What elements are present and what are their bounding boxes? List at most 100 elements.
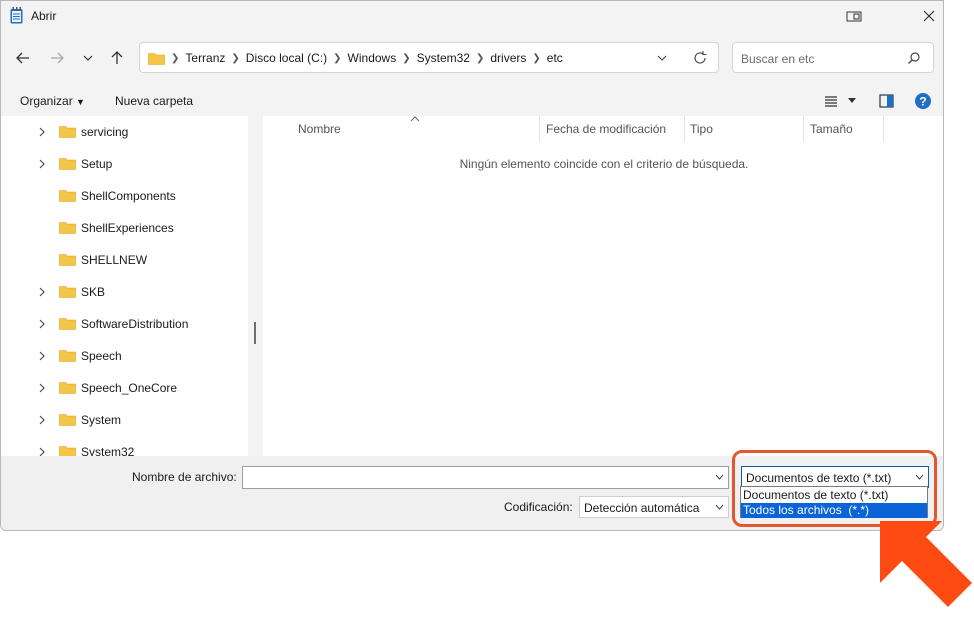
title-bar: Abrir bbox=[1, 1, 943, 31]
svg-text:?: ? bbox=[919, 95, 926, 109]
folder-icon bbox=[59, 190, 76, 202]
navigation-tree[interactable]: servicing Setup ShellComponents ShellExperi… bbox=[1, 116, 248, 456]
tree-item[interactable]: System bbox=[1, 404, 248, 436]
encoding-label: Codificación: bbox=[504, 500, 573, 514]
view-dropdown-arrow-icon[interactable] bbox=[847, 97, 857, 105]
breadcrumb-item[interactable]: drivers bbox=[490, 51, 526, 65]
chevron-down-icon[interactable] bbox=[715, 474, 724, 480]
folder-icon bbox=[59, 414, 76, 426]
help-icon[interactable]: ? bbox=[914, 92, 932, 110]
encoding-select[interactable]: Detección automática bbox=[579, 496, 729, 518]
sort-ascending-icon bbox=[410, 116, 420, 122]
breadcrumb-item[interactable]: Disco local (C:) bbox=[246, 51, 327, 65]
empty-message: Ningún elemento coincide con el criterio… bbox=[459, 157, 749, 171]
breadcrumb-separator-icon[interactable]: ❯ bbox=[333, 53, 341, 64]
breadcrumb: ❯ Terranz ❯ Disco local (C:) ❯ Windows ❯… bbox=[148, 51, 563, 65]
preview-pane-icon[interactable] bbox=[879, 94, 894, 108]
tree-item[interactable]: Speech_OneCore bbox=[1, 372, 248, 404]
chevron-right-icon[interactable] bbox=[37, 318, 47, 330]
chevron-right-icon[interactable] bbox=[37, 350, 47, 362]
breadcrumb-item[interactable]: etc bbox=[547, 51, 563, 65]
view-options-icon[interactable] bbox=[823, 95, 839, 107]
breadcrumb-separator-icon[interactable]: ❯ bbox=[476, 53, 484, 64]
annotation-arrow-icon bbox=[880, 521, 972, 607]
refresh-icon[interactable] bbox=[692, 50, 708, 66]
tree-item-label: System bbox=[81, 413, 122, 427]
folder-icon bbox=[148, 52, 165, 65]
tree-item[interactable]: Setup bbox=[1, 148, 248, 180]
search-input[interactable]: Buscar en etc bbox=[741, 52, 814, 66]
tree-item[interactable]: SKB bbox=[1, 276, 248, 308]
command-bar: Organizar ▼ Nueva carpeta ? bbox=[1, 87, 943, 115]
tree-item[interactable]: ShellExperiences bbox=[1, 212, 248, 244]
folder-icon bbox=[59, 286, 76, 298]
chevron-right-icon[interactable] bbox=[37, 446, 47, 456]
back-arrow-icon[interactable] bbox=[12, 47, 34, 69]
search-box[interactable]: Buscar en etc bbox=[732, 42, 934, 73]
folder-icon bbox=[59, 318, 76, 330]
address-bar[interactable]: ❯ Terranz ❯ Disco local (C:) ❯ Windows ❯… bbox=[139, 42, 719, 73]
column-divider[interactable] bbox=[684, 116, 685, 142]
recent-locations-chevron-icon[interactable] bbox=[77, 47, 99, 69]
breadcrumb-item[interactable]: Windows bbox=[348, 51, 397, 65]
column-divider[interactable] bbox=[883, 116, 884, 142]
tree-item[interactable]: Speech bbox=[1, 340, 248, 372]
tree-item[interactable]: SoftwareDistribution bbox=[1, 308, 248, 340]
folder-icon bbox=[59, 222, 76, 234]
chevron-right-icon[interactable] bbox=[37, 414, 47, 426]
breadcrumb-separator-icon[interactable]: ❯ bbox=[532, 53, 540, 64]
search-icon[interactable] bbox=[907, 51, 921, 65]
pane-splitter[interactable] bbox=[248, 116, 263, 456]
tree-item-label: Setup bbox=[81, 157, 113, 171]
chevron-right-icon[interactable] bbox=[37, 126, 47, 138]
breadcrumb-separator-icon: ❯ bbox=[171, 52, 180, 64]
breadcrumb-separator-icon[interactable]: ❯ bbox=[231, 53, 239, 64]
column-header-size[interactable]: Tamaño bbox=[810, 122, 853, 136]
tree-item-label: SKB bbox=[81, 285, 106, 299]
filename-label: Nombre de archivo: bbox=[132, 470, 237, 484]
column-header-name[interactable]: Nombre bbox=[298, 122, 341, 136]
tree-item-label: Speech_OneCore bbox=[81, 381, 178, 395]
tree-item[interactable]: System32 bbox=[1, 436, 248, 456]
tree-item[interactable]: SHELLNEW bbox=[1, 244, 248, 276]
tree-item-label: servicing bbox=[81, 125, 129, 139]
breadcrumb-item[interactable]: Terranz bbox=[185, 51, 225, 65]
tree-item-label: ShellExperiences bbox=[81, 221, 174, 235]
chevron-down-icon[interactable] bbox=[715, 504, 724, 510]
column-divider[interactable] bbox=[539, 116, 540, 142]
encoding-value: Detección automática bbox=[584, 501, 700, 515]
folder-icon bbox=[59, 446, 76, 456]
navigation-bar: ❯ Terranz ❯ Disco local (C:) ❯ Windows ❯… bbox=[1, 39, 943, 79]
close-icon[interactable] bbox=[918, 5, 940, 27]
tree-item-label: SHELLNEW bbox=[81, 253, 148, 267]
compact-view-icon[interactable] bbox=[843, 5, 865, 27]
column-divider[interactable] bbox=[803, 116, 804, 142]
tree-item-label: Speech bbox=[81, 349, 122, 363]
window-title: Abrir bbox=[31, 9, 57, 23]
chevron-right-icon[interactable] bbox=[37, 158, 47, 170]
new-folder-button[interactable]: Nueva carpeta bbox=[115, 94, 193, 108]
breadcrumb-separator-icon[interactable]: ❯ bbox=[402, 53, 410, 64]
chevron-right-icon[interactable] bbox=[37, 286, 47, 298]
column-header-date[interactable]: Fecha de modificación bbox=[546, 122, 666, 136]
tree-item-label: ShellComponents bbox=[81, 189, 176, 203]
tree-item[interactable]: servicing bbox=[1, 116, 248, 148]
organize-label: Organizar bbox=[20, 94, 73, 108]
filename-combobox[interactable] bbox=[242, 466, 729, 489]
chevron-right-icon[interactable] bbox=[37, 382, 47, 394]
address-history-chevron-icon[interactable] bbox=[655, 52, 669, 64]
file-list[interactable]: Nombre Fecha de modificación Tipo Tamaño… bbox=[263, 116, 943, 456]
tree-item[interactable]: ShellComponents bbox=[1, 180, 248, 212]
forward-arrow-icon[interactable] bbox=[46, 47, 68, 69]
notepad-icon bbox=[10, 7, 23, 24]
folder-icon bbox=[59, 382, 76, 394]
column-header-type[interactable]: Tipo bbox=[690, 122, 713, 136]
scrollbar-thumb[interactable] bbox=[254, 322, 256, 344]
folder-icon bbox=[59, 350, 76, 362]
breadcrumb-item[interactable]: System32 bbox=[417, 51, 470, 65]
folder-icon bbox=[59, 158, 76, 170]
folder-icon bbox=[59, 126, 76, 138]
up-arrow-icon[interactable] bbox=[106, 47, 128, 69]
folder-icon bbox=[59, 254, 76, 266]
organize-button[interactable]: Organizar ▼ bbox=[20, 94, 85, 108]
